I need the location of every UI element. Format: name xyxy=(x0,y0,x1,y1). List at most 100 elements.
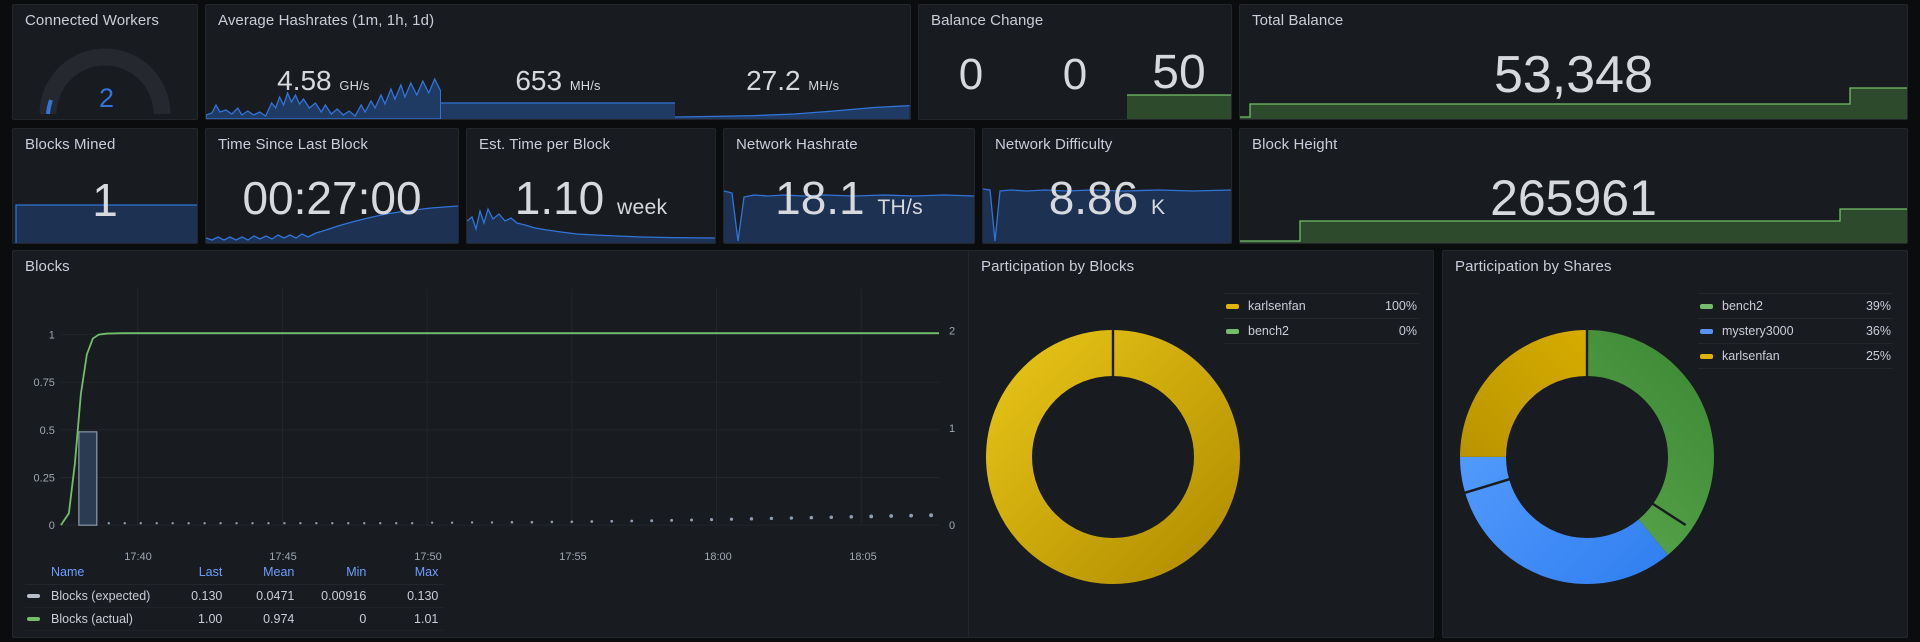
panel-title-block-height: Block Height xyxy=(1252,136,1338,153)
legend-col-last[interactable]: Last xyxy=(156,563,229,585)
legend-row-blocks-expected[interactable]: Blocks (expected) 0.130 0.0471 0.00916 0… xyxy=(25,584,445,608)
legend-row-blocks-actual[interactable]: Blocks (actual) 1.00 0.974 0 1.01 xyxy=(25,607,445,631)
legend-swatch-shares-karlsenfan xyxy=(1700,353,1713,359)
svg-text:0.75: 0.75 xyxy=(34,377,55,389)
panel-title-participation-by-blocks: Participation by Blocks xyxy=(981,258,1135,275)
stat-unit-hashrate-1m: GH/s xyxy=(339,78,370,93)
panel-network-hashrate[interactable]: Network Hashrate 18.1 TH/s xyxy=(723,128,975,244)
panel-time-since-last-block[interactable]: Time Since Last Block 00:27:00 xyxy=(205,128,459,244)
legend-swatch-shares-mystery3000 xyxy=(1700,328,1713,334)
panel-network-difficulty[interactable]: Network Difficulty 8.86 K xyxy=(982,128,1232,244)
legend-mean-blocks-expected: 0.0471 xyxy=(228,584,301,608)
legend-label-karlsenfan: karlsenfan xyxy=(1248,299,1306,313)
legend-row-shares-karlsenfan[interactable]: karlsenfan 25% xyxy=(1698,344,1893,369)
y-axis-right-labels: 0 1 2 xyxy=(949,326,955,533)
donut-chart-shares-svg xyxy=(1459,330,1714,584)
stat-value-network-hashrate: 18.1 xyxy=(775,172,865,224)
panel-participation-by-shares[interactable]: Participation by Shares bench2 39% myste… xyxy=(1442,250,1908,638)
legend-label-shares-karlsenfan: karlsenfan xyxy=(1722,349,1780,363)
panel-title-total-balance: Total Balance xyxy=(1252,12,1344,29)
legend-col-min[interactable]: Min xyxy=(300,563,373,585)
x-tick-5: 18:05 xyxy=(849,551,877,563)
stat-value-hashrate-1h: 653 xyxy=(515,65,563,96)
panel-title-connected-workers: Connected Workers xyxy=(25,12,159,29)
panel-title-est-time-per-block: Est. Time per Block xyxy=(479,136,611,153)
stat-unit-hashrate-1d: MH/s xyxy=(808,78,840,93)
legend-name-blocks-actual: Blocks (actual) xyxy=(51,612,133,626)
legend-row-bench2[interactable]: bench2 0% xyxy=(1224,319,1419,344)
legend-swatch-shares-bench2 xyxy=(1700,303,1713,309)
blocks-legend-table[interactable]: Name Last Mean Min Max Blocks (expected)… xyxy=(25,563,445,631)
donut-slices-group xyxy=(1459,330,1714,584)
stat-value-est-time-per-block: 1.10 xyxy=(514,172,605,224)
panel-title-blocks: Blocks xyxy=(25,258,70,275)
donut-participation-by-shares[interactable] xyxy=(1443,277,1731,637)
panel-blocks-mined[interactable]: Blocks Mined 1 xyxy=(12,128,198,244)
legend-label-bench2: bench2 xyxy=(1248,324,1290,338)
panel-title-network-difficulty: Network Difficulty xyxy=(995,136,1113,153)
legend-swatch-bench2 xyxy=(1226,328,1239,334)
legend-value-shares-bench2: 39% xyxy=(1865,299,1891,313)
panel-title-time-since-last-block: Time Since Last Block xyxy=(218,136,368,153)
bar-blocks-expected xyxy=(78,431,98,526)
panel-est-time-per-block[interactable]: Est. Time per Block 1.10 week xyxy=(466,128,716,244)
donut-participation-by-blocks[interactable] xyxy=(969,277,1257,637)
legend-max-blocks-expected: 0.130 xyxy=(372,584,445,608)
stat-balance-change-3: 50 xyxy=(1127,5,1231,119)
panel-average-hashrates[interactable]: Average Hashrates (1m, 1h, 1d) 4.58 GH/s… xyxy=(205,4,911,120)
legend-col-name[interactable]: Name xyxy=(25,563,157,585)
stat-value-balance-change-2: 0 xyxy=(1062,50,1088,99)
panel-balance-change[interactable]: Balance Change 0 0 50 xyxy=(918,4,1232,120)
legend-row-shares-mystery3000[interactable]: mystery3000 36% xyxy=(1698,319,1893,344)
legend-swatch-karlsenfan xyxy=(1226,303,1239,309)
legend-last-blocks-actual: 1.00 xyxy=(156,607,229,631)
panel-block-height[interactable]: Block Height 265961 xyxy=(1239,128,1908,244)
panel-title-blocks-mined: Blocks Mined xyxy=(25,136,116,153)
x-tick-2: 17:50 xyxy=(414,551,442,563)
stat-value-balance-change-1: 0 xyxy=(958,50,984,99)
panel-total-balance[interactable]: Total Balance 53,348 xyxy=(1239,4,1908,120)
legend-mean-blocks-actual: 0.974 xyxy=(228,607,301,631)
panel-blocks[interactable]: Blocks 0 0.25 0.5 0.75 1 0 1 2 17:40 17:… xyxy=(12,250,970,638)
panel-participation-by-blocks[interactable]: Participation by Blocks karlsenfan 100% … xyxy=(968,250,1434,638)
stat-hashrate-1d: 27.2 MH/s xyxy=(675,5,910,119)
blocks-chart-plot: 0 0.25 0.5 0.75 1 0 1 2 xyxy=(13,275,969,549)
legend-swatch-blocks-expected xyxy=(27,594,40,598)
donut-slice-karlsenfan xyxy=(985,330,1240,584)
svg-text:1: 1 xyxy=(49,330,55,342)
stat-value-time-since-last-block: 00:27:00 xyxy=(242,172,422,224)
sparkline-hashrate-1d xyxy=(675,103,910,119)
legend-value-bench2: 0% xyxy=(1398,324,1417,338)
legend-value-shares-karlsenfan: 25% xyxy=(1865,349,1891,363)
svg-text:2: 2 xyxy=(949,326,955,338)
legend-participation-by-blocks[interactable]: karlsenfan 100% bench2 0% xyxy=(1224,293,1419,344)
legend-row-shares-bench2[interactable]: bench2 39% xyxy=(1698,293,1893,319)
grid-horizontal xyxy=(60,334,940,526)
svg-text:0.25: 0.25 xyxy=(34,473,55,485)
x-tick-3: 17:55 xyxy=(559,551,587,563)
stat-value-block-height: 265961 xyxy=(1490,170,1657,226)
line-blocks-actual xyxy=(60,332,940,526)
stat-unit-hashrate-1h: MH/s xyxy=(569,78,601,93)
grafana-dashboard: Connected Workers 2 Average Hashrates (1… xyxy=(0,0,1920,642)
dots-blocks-expected xyxy=(107,513,934,525)
panel-title-average-hashrates: Average Hashrates (1m, 1h, 1d) xyxy=(218,12,435,29)
legend-row-karlsenfan[interactable]: karlsenfan 100% xyxy=(1224,293,1419,319)
panel-title-network-hashrate: Network Hashrate xyxy=(736,136,858,153)
stat-value-balance-change-3: 50 xyxy=(1152,46,1206,99)
x-tick-0: 17:40 xyxy=(124,551,152,563)
stat-unit-est-time-per-block: week xyxy=(617,196,668,219)
stat-value-total-balance: 53,348 xyxy=(1493,46,1654,104)
panel-connected-workers[interactable]: Connected Workers 2 xyxy=(12,4,198,120)
legend-participation-by-shares[interactable]: bench2 39% mystery3000 36% karlsenfan 25… xyxy=(1698,293,1893,369)
legend-max-blocks-actual: 1.01 xyxy=(372,607,445,631)
x-tick-1: 17:45 xyxy=(269,551,297,563)
grid-vertical xyxy=(137,288,862,526)
legend-label-shares-mystery3000: mystery3000 xyxy=(1722,324,1794,338)
stat-value-hashrate-1m: 4.58 xyxy=(277,65,332,96)
legend-col-max[interactable]: Max xyxy=(372,563,445,585)
panel-title-balance-change: Balance Change xyxy=(931,12,1044,29)
stat-block-height: 265961 xyxy=(1240,129,1907,243)
legend-col-mean[interactable]: Mean xyxy=(228,563,301,585)
svg-text:1: 1 xyxy=(949,423,955,435)
